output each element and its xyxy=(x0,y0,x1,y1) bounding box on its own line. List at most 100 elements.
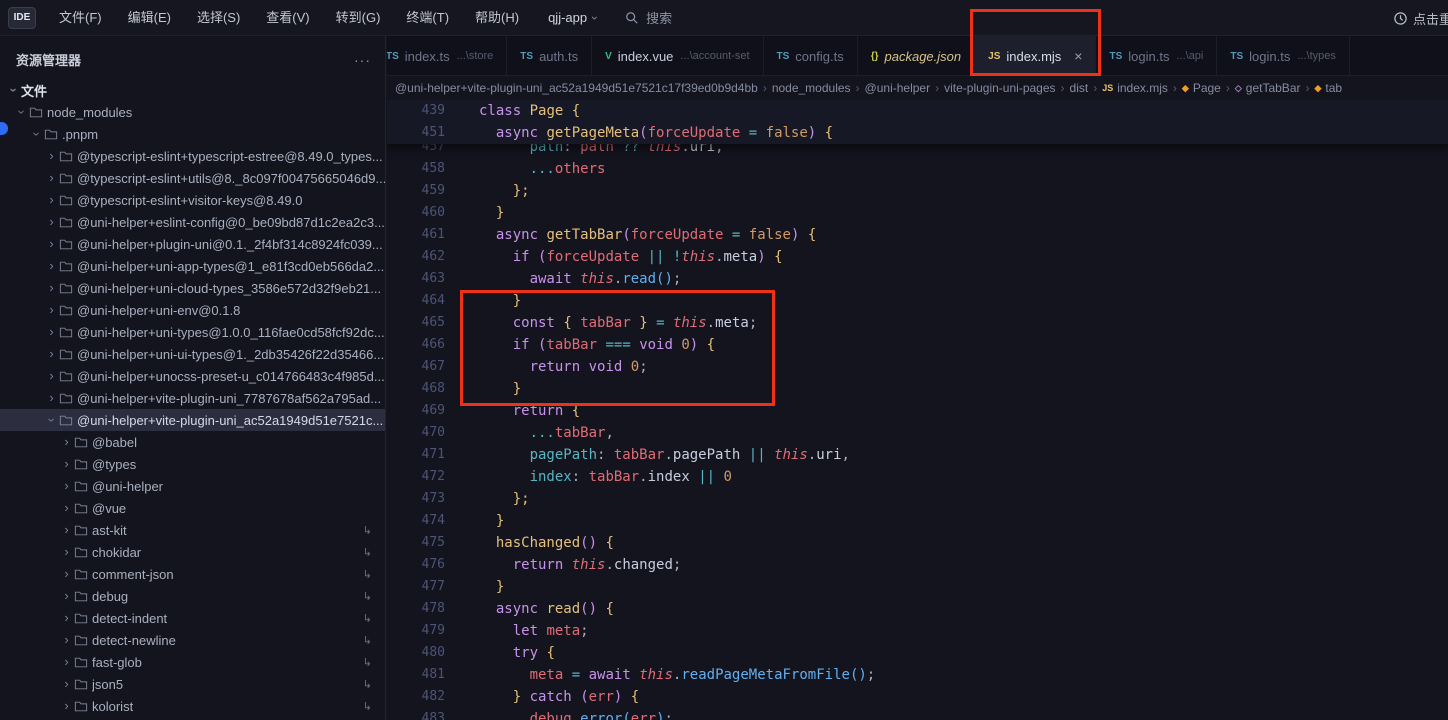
breadcrumb-item[interactable]: dist xyxy=(1070,81,1089,95)
tree-item[interactable]: ›node_modules xyxy=(0,101,385,123)
chevron-icon: › xyxy=(44,189,59,211)
tree-item[interactable]: ›@babel xyxy=(0,431,385,453)
breadcrumb-item[interactable]: ◆Page xyxy=(1182,81,1221,95)
tree-item[interactable]: ›@uni-helper+vite-plugin-uni_7787678af56… xyxy=(0,387,385,409)
tree-item[interactable]: ›@uni-helper+uni-types@1.0.0_116fae0cd58… xyxy=(0,321,385,343)
tree-item[interactable]: ›comment-json↳ xyxy=(0,563,385,585)
tree-item[interactable]: ›@typescript-eslint+utils@8._8c097f00475… xyxy=(0,167,385,189)
breadcrumb-item[interactable]: ◇getTabBar xyxy=(1235,81,1301,95)
tree-root[interactable]: › 文件 xyxy=(0,79,385,101)
tab-index.vue[interactable]: Vindex.vue...\account-set xyxy=(592,36,763,76)
tree-item[interactable]: ›@vue xyxy=(0,497,385,519)
code-line[interactable]: 479 let meta; xyxy=(387,620,1448,642)
code-line[interactable]: 462 if (forceUpdate || !this.meta) { xyxy=(387,246,1448,268)
menu-item[interactable]: 查看(V) xyxy=(253,0,322,36)
breadcrumb-item[interactable]: JSindex.mjs xyxy=(1102,81,1168,95)
breadcrumb-item[interactable]: vite-plugin-uni-pages xyxy=(944,81,1055,95)
tree-item[interactable]: ›@uni-helper xyxy=(0,475,385,497)
tab-login.ts[interactable]: TSlogin.ts...\api xyxy=(1096,36,1217,76)
menu-item[interactable]: 终端(T) xyxy=(393,0,462,36)
tree-item[interactable]: ›@uni-helper+eslint-config@0_be09bd87d1c… xyxy=(0,211,385,233)
global-search[interactable]: 搜索 xyxy=(625,8,672,27)
file-tree: ›node_modules›.pnpm›@typescript-eslint+t… xyxy=(0,101,385,720)
code-line[interactable]: 459 }; xyxy=(387,180,1448,202)
code-text: async read() { xyxy=(445,598,614,620)
code-line[interactable]: 468 } xyxy=(387,378,1448,400)
tree-item[interactable]: ›detect-indent↳ xyxy=(0,607,385,629)
breadcrumb-item[interactable]: ◆tab xyxy=(1314,81,1342,95)
tab-config.ts[interactable]: TSconfig.ts xyxy=(764,36,858,76)
tree-item[interactable]: ›kolorist↳ xyxy=(0,695,385,717)
code-line[interactable]: 474 } xyxy=(387,510,1448,532)
code-line[interactable]: 482 } catch (err) { xyxy=(387,686,1448,708)
tree-item[interactable]: ›chokidar↳ xyxy=(0,541,385,563)
code-line[interactable]: 478 async read() { xyxy=(387,598,1448,620)
menu-item[interactable]: 帮助(H) xyxy=(462,0,532,36)
tree-item[interactable]: ›detect-newline↳ xyxy=(0,629,385,651)
menu-item[interactable]: 选择(S) xyxy=(184,0,253,36)
tree-item[interactable]: ›@uni-helper+uni-ui-types@1._2db35426f22… xyxy=(0,343,385,365)
code-text: ...others xyxy=(445,158,605,180)
tree-item[interactable]: ›@typescript-eslint+typescript-estree@8.… xyxy=(0,145,385,167)
tree-item[interactable]: ›@uni-helper+uni-app-types@1_e81f3cd0eb5… xyxy=(0,255,385,277)
code-token: } xyxy=(496,513,504,529)
code-line[interactable]: 466 if (tabBar === void 0) { xyxy=(387,334,1448,356)
tree-item[interactable]: ›@uni-helper+vite-plugin-uni_ac52a1949d5… xyxy=(0,409,385,431)
code-line[interactable]: 480 try { xyxy=(387,642,1448,664)
tree-item[interactable]: ›@types xyxy=(0,453,385,475)
code-line[interactable]: 471 pagePath: tabBar.pagePath || this.ur… xyxy=(387,444,1448,466)
code-token: forceUpdate xyxy=(631,227,724,243)
code-token xyxy=(563,557,571,573)
breadcrumb-item[interactable]: @uni-helper xyxy=(865,81,931,95)
code-line[interactable]: 472 index: tabBar.index || 0 xyxy=(387,466,1448,488)
breadcrumb-item[interactable]: @uni-helper+vite-plugin-uni_ac52a1949d51… xyxy=(395,81,758,95)
more-actions-icon[interactable]: ··· xyxy=(354,52,371,68)
code-line[interactable]: 461 async getTabBar(forceUpdate = false)… xyxy=(387,224,1448,246)
tree-item[interactable]: ›@uni-helper+uni-env@0.1.8 xyxy=(0,299,385,321)
tree-item[interactable]: ›@uni-helper+plugin-uni@0.1._2f4bf314c89… xyxy=(0,233,385,255)
tree-item[interactable]: ›fast-glob↳ xyxy=(0,651,385,673)
code-line[interactable]: 470 ...tabBar, xyxy=(387,422,1448,444)
tree-item[interactable]: ›debug↳ xyxy=(0,585,385,607)
project-switcher[interactable]: qjj-app › xyxy=(548,10,597,25)
tab-package.json[interactable]: {}package.json xyxy=(858,36,975,76)
restart-button[interactable]: 点击重 xyxy=(1393,0,1448,36)
code-editor[interactable]: 457 path: path ?? this.uri,458 ...others… xyxy=(387,100,1448,720)
code-line[interactable]: 460 } xyxy=(387,202,1448,224)
close-icon[interactable]: × xyxy=(1074,48,1082,64)
tab-index.mjs[interactable]: JSindex.mjs× xyxy=(975,36,1096,76)
tab-label: index.vue xyxy=(618,49,674,64)
code-line[interactable]: 465 const { tabBar } = this.meta; xyxy=(387,312,1448,334)
code-line[interactable]: 469 return { xyxy=(387,400,1448,422)
code-line[interactable]: 481 meta = await this.readPageMetaFromFi… xyxy=(387,664,1448,686)
menu-item[interactable]: 转到(G) xyxy=(323,0,394,36)
code-line[interactable]: 451 async getPageMeta(forceUpdate = fals… xyxy=(387,122,1448,144)
tree-item[interactable]: ›@typescript-eslint+visitor-keys@8.49.0 xyxy=(0,189,385,211)
tree-item[interactable]: ›ast-kit↳ xyxy=(0,519,385,541)
code-line[interactable]: 483 debug.error(err); xyxy=(387,708,1448,720)
code-token xyxy=(479,205,496,221)
tab-index.ts[interactable]: TSindex.ts...\store xyxy=(387,36,507,76)
code-line[interactable]: 439class Page { xyxy=(387,100,1448,122)
tree-item[interactable]: ›@uni-helper+unocss-preset-u_c014766483c… xyxy=(0,365,385,387)
code-line[interactable]: 467 return void 0; xyxy=(387,356,1448,378)
code-line[interactable]: 463 await this.read(); xyxy=(387,268,1448,290)
code-line[interactable]: 477 } xyxy=(387,576,1448,598)
tree-item[interactable]: ›.pnpm xyxy=(0,123,385,145)
breadcrumb-item[interactable]: node_modules xyxy=(772,81,851,95)
tree-item[interactable]: ›@uni-helper+uni-cloud-types_3586e572d32… xyxy=(0,277,385,299)
menu-item[interactable]: 编辑(E) xyxy=(115,0,184,36)
tab-login.ts[interactable]: TSlogin.ts...\types xyxy=(1217,36,1350,76)
code-line[interactable]: 473 }; xyxy=(387,488,1448,510)
code-line[interactable]: 464 } xyxy=(387,290,1448,312)
chevron-icon: › xyxy=(41,413,63,428)
code-token xyxy=(479,425,530,441)
code-line[interactable]: 475 hasChanged() { xyxy=(387,532,1448,554)
code-line[interactable]: 458 ...others xyxy=(387,158,1448,180)
code-line[interactable]: 476 return this.changed; xyxy=(387,554,1448,576)
tree-item-label: @typescript-eslint+utils@8._8c097f004756… xyxy=(77,171,385,186)
menu-item[interactable]: 文件(F) xyxy=(46,0,115,36)
code-token xyxy=(563,403,571,419)
tree-item[interactable]: ›json5↳ xyxy=(0,673,385,695)
tab-auth.ts[interactable]: TSauth.ts xyxy=(507,36,592,76)
